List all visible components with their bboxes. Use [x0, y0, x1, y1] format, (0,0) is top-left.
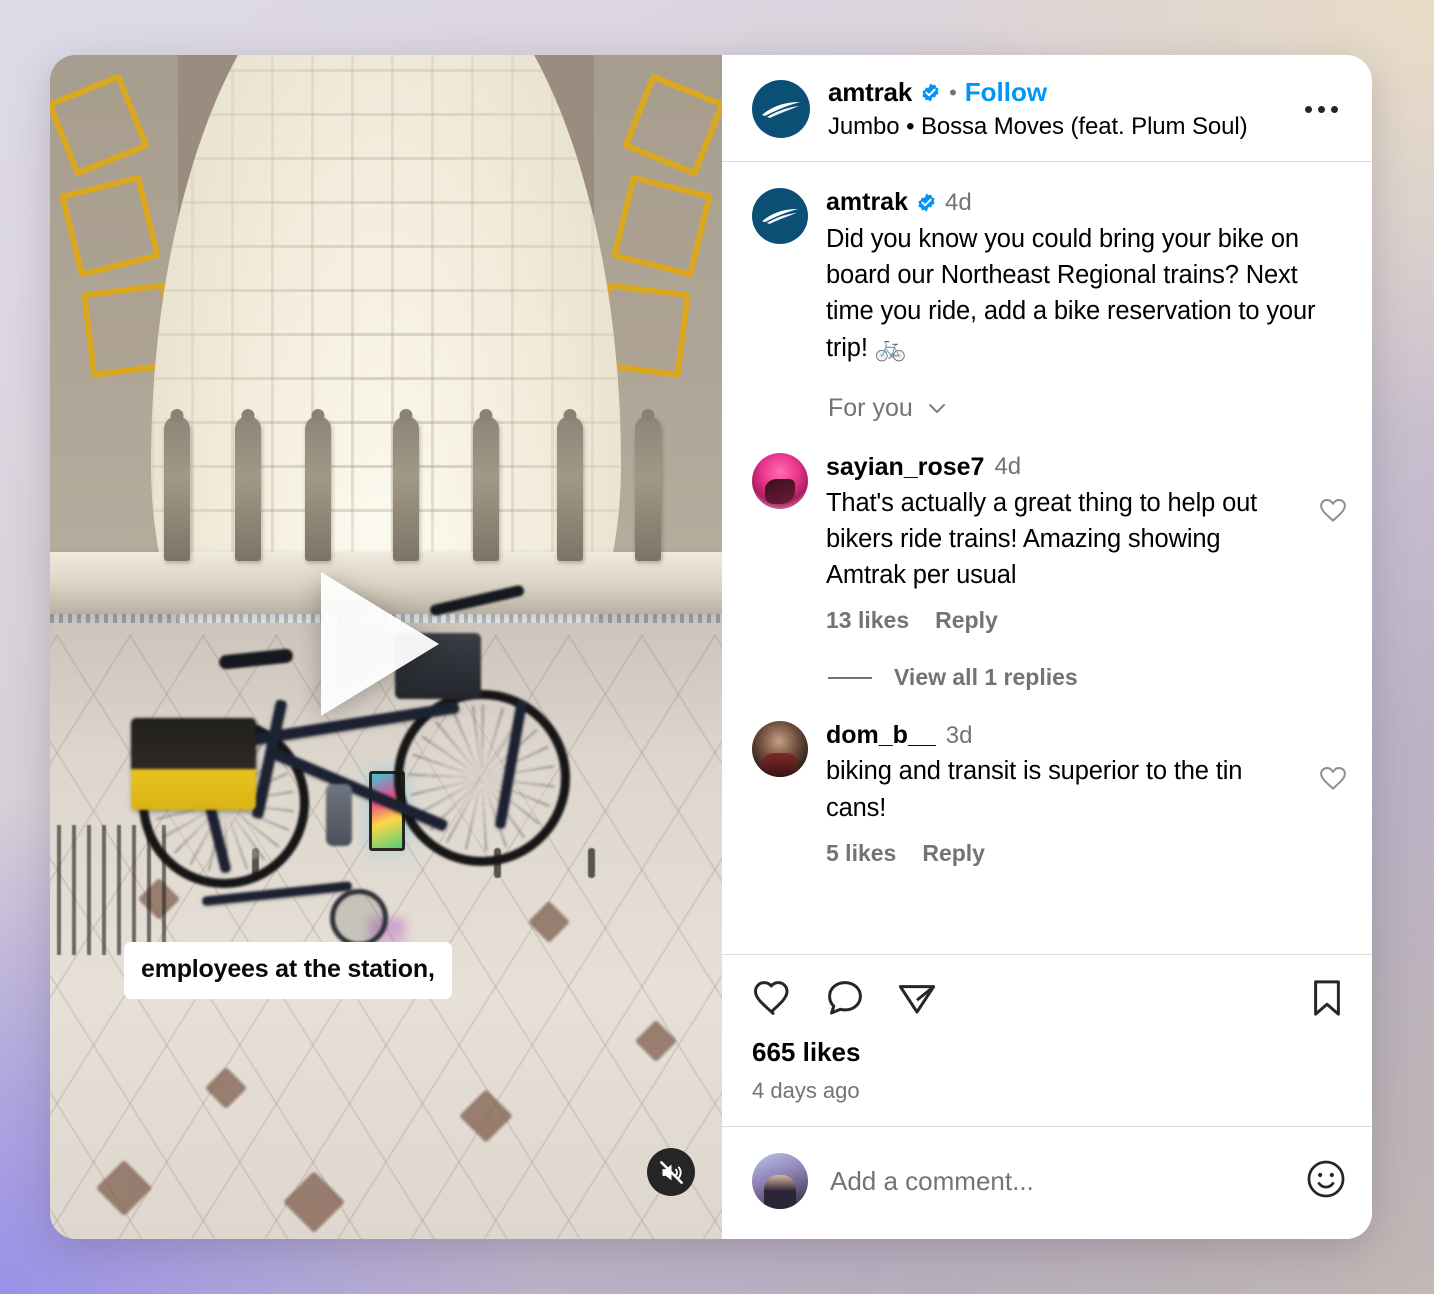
instagram-post-card: employees at the station, amtrak • Follo… [50, 55, 1372, 1239]
legionary-statue [305, 416, 332, 561]
comment-like-button[interactable] [1318, 721, 1348, 866]
commenter-username[interactable]: sayian_rose7 [826, 453, 984, 482]
post-actions-bar: 665 likes 4 days ago [722, 954, 1372, 1104]
caption-author-avatar[interactable] [752, 188, 808, 244]
commenter-username[interactable]: dom_b__ [826, 721, 936, 750]
comment-bubble-icon [828, 981, 862, 1015]
saddle [218, 647, 294, 670]
post-details-panel: amtrak • Follow Jumbo • Bossa Moves (fea… [722, 55, 1372, 1239]
comment-filter-dropdown[interactable]: For you [828, 394, 1348, 423]
header-name-row: amtrak • Follow [828, 77, 1295, 108]
save-button[interactable] [1306, 977, 1348, 1019]
follow-button[interactable]: Follow [965, 77, 1047, 108]
caption-timestamp: 4d [945, 188, 972, 216]
share-button[interactable] [896, 977, 938, 1019]
header-text-block: amtrak • Follow Jumbo • Bossa Moves (fea… [828, 77, 1295, 141]
bookmark-outline-icon [1314, 980, 1340, 1016]
view-replies-label: View all 1 replies [894, 664, 1078, 691]
play-button[interactable] [321, 572, 451, 722]
legionary-statue [557, 416, 584, 561]
verified-badge-icon [922, 83, 939, 102]
comment-body: dom_b__ 3d biking and transit is superio… [826, 721, 1300, 866]
post-caption: amtrak 4d Did you know you could bring y… [752, 188, 1348, 366]
post-timestamp: 4 days ago [752, 1078, 860, 1103]
amtrak-logo-icon [762, 102, 800, 118]
emoji-picker-button[interactable] [1304, 1157, 1348, 1206]
author-avatar[interactable] [752, 80, 810, 138]
caption-username[interactable]: amtrak [826, 188, 908, 217]
comment-meta: 13 likes Reply [826, 607, 1300, 634]
comment-text: That's actually a great thing to help ou… [826, 488, 1258, 590]
audio-attribution[interactable]: Jumbo • Bossa Moves (feat. Plum Soul) [828, 113, 1295, 141]
caption-body: amtrak 4d Did you know you could bring y… [826, 188, 1348, 366]
crankset [330, 888, 389, 947]
add-comment-row [722, 1126, 1372, 1239]
verified-badge-icon [918, 193, 935, 212]
post-header: amtrak • Follow Jumbo • Bossa Moves (fea… [722, 55, 1372, 162]
ellipsis-icon [1331, 105, 1338, 113]
commenter-avatar[interactable] [752, 452, 808, 509]
caption-text: Did you know you could bring your bike o… [826, 225, 1316, 362]
rear-pannier-bag [130, 718, 256, 811]
comments-scroll-area[interactable]: amtrak 4d Did you know you could bring y… [722, 162, 1372, 954]
bollard [587, 848, 595, 879]
comment-meta: 5 likes Reply [826, 840, 1300, 867]
comment-text: biking and transit is superior to the ti… [826, 757, 1243, 822]
action-icons-row [752, 977, 1348, 1019]
legionary-statue [634, 416, 661, 561]
emoji-smiley-icon [1307, 1160, 1345, 1197]
comment-input[interactable] [830, 1165, 1282, 1197]
likes-count[interactable]: 665 likes [752, 1037, 1348, 1068]
view-replies-button[interactable]: View all 1 replies [828, 664, 1348, 691]
legionary-statue [473, 416, 500, 561]
like-button[interactable] [752, 977, 794, 1019]
more-options-button[interactable] [1295, 96, 1348, 123]
legionary-statue [164, 416, 191, 561]
comment-item: sayian_rose7 4d That's actually a great … [752, 452, 1348, 635]
water-bottle [325, 784, 352, 847]
heart-outline-icon [1320, 498, 1346, 522]
legionary-statue [234, 416, 261, 561]
header-separator: • [949, 79, 957, 105]
current-user-avatar [752, 1153, 808, 1209]
comment-body: sayian_rose7 4d That's actually a great … [826, 453, 1300, 635]
share-paperplane-icon [898, 985, 936, 1014]
author-username[interactable]: amtrak [828, 77, 912, 108]
video-caption-overlay: employees at the station, [124, 942, 452, 999]
ellipsis-icon [1305, 105, 1312, 113]
comment-filter-label: For you [828, 393, 913, 422]
comment-timestamp: 4d [994, 453, 1022, 481]
heart-outline-icon [1320, 767, 1346, 791]
comment-item: dom_b__ 3d biking and transit is superio… [752, 721, 1348, 866]
caption-name-row: amtrak 4d [826, 188, 1348, 217]
comment-like-button[interactable] [1318, 453, 1348, 635]
comment-head: sayian_rose7 4d [826, 453, 1300, 482]
comment-reply-button[interactable]: Reply [922, 840, 985, 867]
replies-divider-line [828, 677, 872, 679]
comment-likes-count[interactable]: 13 likes [826, 607, 909, 634]
ellipsis-icon [1318, 105, 1325, 113]
comment-button[interactable] [824, 977, 866, 1019]
commenter-avatar[interactable] [752, 721, 808, 778]
comment-head: dom_b__ 3d [826, 721, 1300, 750]
play-icon [321, 572, 439, 716]
comment-likes-count[interactable]: 5 likes [826, 840, 896, 867]
legionary-statue [392, 416, 419, 561]
post-media-video[interactable]: employees at the station, [50, 55, 722, 1239]
heart-outline-icon [754, 981, 789, 1015]
mute-toggle-button[interactable] [647, 1148, 695, 1196]
comment-reply-button[interactable]: Reply [935, 607, 998, 634]
amtrak-logo-icon [762, 208, 798, 224]
speaker-muted-icon [659, 1160, 683, 1184]
chevron-down-icon [928, 404, 945, 414]
comment-timestamp: 3d [945, 721, 973, 749]
